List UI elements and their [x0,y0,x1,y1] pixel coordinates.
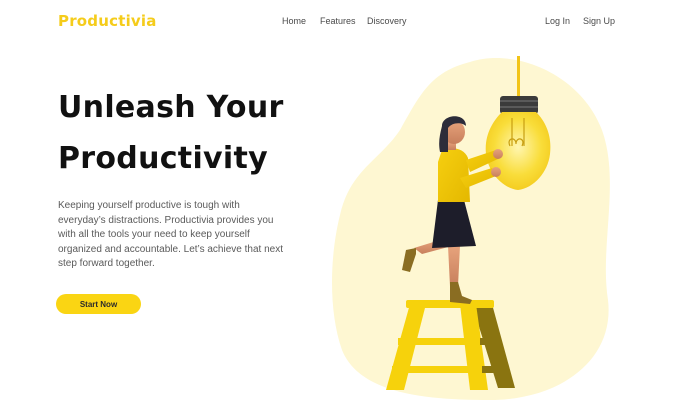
nav-link-home[interactable]: Home [282,16,306,26]
bulb-socket [500,96,538,114]
nav-link-discovery[interactable]: Discovery [367,16,407,26]
hero-description: Keeping yourself productive is tough wit… [58,200,283,270]
start-now-button[interactable]: Start Now [56,294,141,314]
hero-headline-line-2: Productivity [58,141,268,176]
sign-up-link[interactable]: Sign Up [583,16,615,26]
bulb-cord [517,56,520,98]
landing-page: Productivia Home Features Discovery Log … [0,0,673,400]
brand-logo[interactable]: Productivia [58,12,157,30]
log-in-link[interactable]: Log In [545,16,570,26]
hero-illustration [332,56,610,400]
hero-headline-line-1: Unleash Your [58,90,284,125]
nav-link-features[interactable]: Features [320,16,356,26]
